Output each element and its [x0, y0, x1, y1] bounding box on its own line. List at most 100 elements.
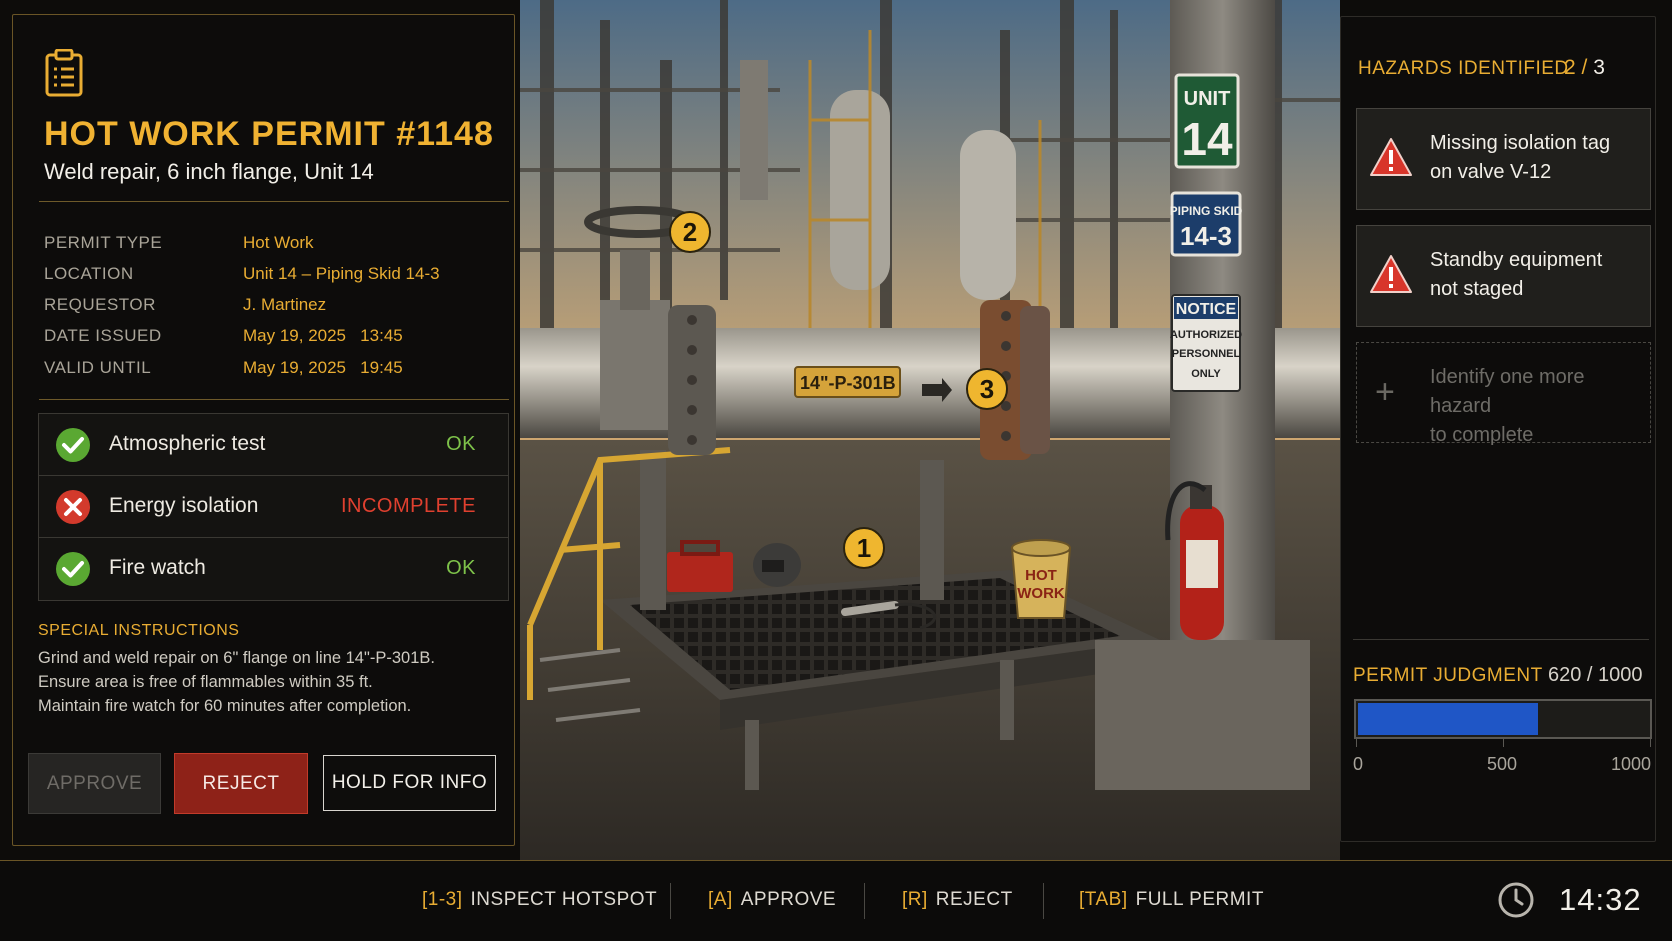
info-row-valid-until: VALID UNTIL May 19, 2025 19:45 [44, 358, 504, 382]
judgment-bar [1354, 699, 1652, 739]
hot-work-bucket: HOT WORK [1010, 539, 1072, 619]
check-status: OK [446, 557, 476, 579]
tick-label: 0 [1353, 754, 1364, 774]
checklist: Atmospheric test OK Energy isolation INC… [38, 413, 509, 601]
hazards-title: HAZARDS IDENTIFIED [1358, 58, 1569, 79]
tick-mark [1650, 739, 1651, 747]
info-row-date-issued: DATE ISSUED May 19, 2025 13:45 [44, 326, 504, 350]
info-row-requestor: REQUESTOR J. Martinez [44, 295, 504, 319]
svg-text:WORK: WORK [1017, 585, 1065, 602]
hold-for-info-button[interactable]: HOLD FOR INFO [323, 755, 496, 811]
tick-mark [1503, 739, 1504, 747]
hotspot-3[interactable]: 3 [966, 368, 1008, 410]
check-ok-icon [56, 552, 90, 586]
permit-subtitle: Weld repair, 6 inch flange, Unit 14 [44, 159, 374, 184]
sign-notice-l3: ONLY [1191, 368, 1221, 380]
special-instruction-line: Grind and weld repair on 6" flange on li… [38, 649, 435, 667]
hint-text: REJECT [935, 889, 1013, 910]
info-label: LOCATION [44, 264, 134, 283]
hint-approve[interactable]: [A] APPROVE [708, 889, 836, 911]
info-label: VALID UNTIL [44, 358, 152, 377]
info-label: PERMIT TYPE [44, 233, 163, 252]
hint-full-permit[interactable]: [TAB] FULL PERMIT [1079, 889, 1264, 911]
check-label: Atmospheric test [109, 432, 266, 455]
info-value: J. Martinez [243, 295, 327, 314]
plus-icon: + [1375, 373, 1395, 411]
check-status: INCOMPLETE [340, 495, 476, 517]
hint-inspect-hotspot[interactable]: [1-3] INSPECT HOTSPOT [422, 889, 657, 911]
info-label: DATE ISSUED [44, 326, 162, 345]
hint-text: INSPECT HOTSPOT [470, 889, 658, 910]
special-instruction-line: Maintain fire watch for 60 minutes after… [38, 697, 412, 715]
control-hints-bar: [1-3] INSPECT HOTSPOT [A] APPROVE [R] REJEC… [0, 860, 1672, 941]
sign-unit-num: 14 [1181, 113, 1233, 165]
hint-text: APPROVE [740, 889, 837, 910]
permit-title: HOT WORK PERMIT #1148 [44, 115, 494, 153]
divider [1353, 639, 1649, 640]
hazards-panel: HAZARDS IDENTIFIED 2 / 3 Missing isolati… [1340, 16, 1656, 842]
clipboard-icon [45, 49, 83, 97]
sign-notice-l2: PERSONNEL [1172, 348, 1241, 360]
sign-notice-l1: AUTHORIZED [1170, 329, 1242, 341]
clock-time: 14:32 [1559, 882, 1642, 917]
info-row-location: LOCATION Unit 14 – Piping Skid 14-3 [44, 264, 504, 288]
separator [1043, 883, 1044, 919]
warning-icon [1370, 255, 1412, 293]
info-value: Hot Work [243, 233, 314, 252]
hint-reject[interactable]: [R] REJECT [902, 889, 1013, 911]
hint-key: [TAB] [1079, 889, 1128, 910]
judgment-score: 620 / 1000 [1548, 664, 1643, 686]
special-instruction-line: Ensure area is free of flammables within… [38, 673, 373, 691]
info-row-type: PERMIT TYPE Hot Work [44, 233, 504, 257]
hotspot-2[interactable]: 2 [669, 211, 711, 253]
check-atmospheric-test[interactable]: Atmospheric test OK [39, 414, 508, 476]
hazards-count: 2 / 3 [1564, 56, 1605, 79]
check-label: Fire watch [109, 556, 206, 579]
check-energy-isolation[interactable]: Energy isolation INCOMPLETE [39, 476, 508, 538]
pipe-label: 14"-P-301B [800, 373, 896, 393]
hint-text: FULL PERMIT [1135, 889, 1264, 910]
check-label: Energy isolation [109, 494, 259, 517]
sign-unit-top: UNIT [1184, 88, 1231, 110]
judgment-title: PERMIT JUDGMENT [1353, 665, 1543, 686]
reject-button[interactable]: REJECT [174, 753, 308, 814]
svg-text:HOT: HOT [1025, 567, 1057, 584]
info-value: May 19, 2025 19:45 [243, 358, 403, 377]
svg-text:3: 3 [980, 374, 994, 404]
hint-key: [1-3] [422, 889, 463, 910]
info-label: REQUESTOR [44, 295, 156, 314]
clock-icon [1498, 882, 1534, 918]
check-fire-watch[interactable]: Fire watch OK [39, 538, 508, 600]
hotspot-1[interactable]: 1 [843, 527, 885, 569]
hazard-text: Missing isolation tag on valve V-12 [1430, 132, 1611, 183]
hint-key: [A] [708, 889, 733, 910]
info-value: Unit 14 – Piping Skid 14-3 [243, 264, 440, 283]
judgment-bar-fill [1358, 703, 1538, 735]
special-instructions-title: SPECIAL INSTRUCTIONS [38, 622, 240, 639]
sign-skid-num: 14-3 [1180, 221, 1232, 251]
tick-label: 500 [1487, 754, 1518, 774]
warning-icon [1370, 138, 1412, 176]
check-status: OK [446, 433, 476, 455]
hazard-card[interactable]: Standby equipment not staged [1356, 225, 1651, 327]
svg-text:1: 1 [857, 533, 871, 563]
separator [864, 883, 865, 919]
hazard-card[interactable]: Missing isolation tag on valve V-12 [1356, 108, 1651, 210]
divider [39, 399, 509, 400]
approve-button[interactable]: APPROVE [28, 753, 161, 814]
info-value: May 19, 2025 13:45 [243, 326, 403, 345]
svg-text:2: 2 [683, 217, 697, 247]
hint-key: [R] [902, 889, 928, 910]
check-fail-icon [56, 490, 90, 524]
sign-skid-top: PIPING SKID [1170, 204, 1243, 218]
hazard-text: Standby equipment not staged [1430, 249, 1603, 300]
welding-helmet-icon [753, 543, 801, 587]
sign-notice-top: NOTICE [1176, 301, 1237, 318]
separator [670, 883, 671, 919]
hazard-placeholder-text: Identify one more hazard to complete [1430, 366, 1585, 446]
check-ok-icon [56, 428, 90, 462]
hazard-placeholder: + Identify one more hazard to complete [1356, 342, 1651, 446]
tick-label: 1000 [1611, 754, 1652, 774]
tick-mark [1356, 739, 1357, 747]
permit-panel: HOT WORK PERMIT #1148 Weld repair, 6 inc… [12, 14, 515, 846]
